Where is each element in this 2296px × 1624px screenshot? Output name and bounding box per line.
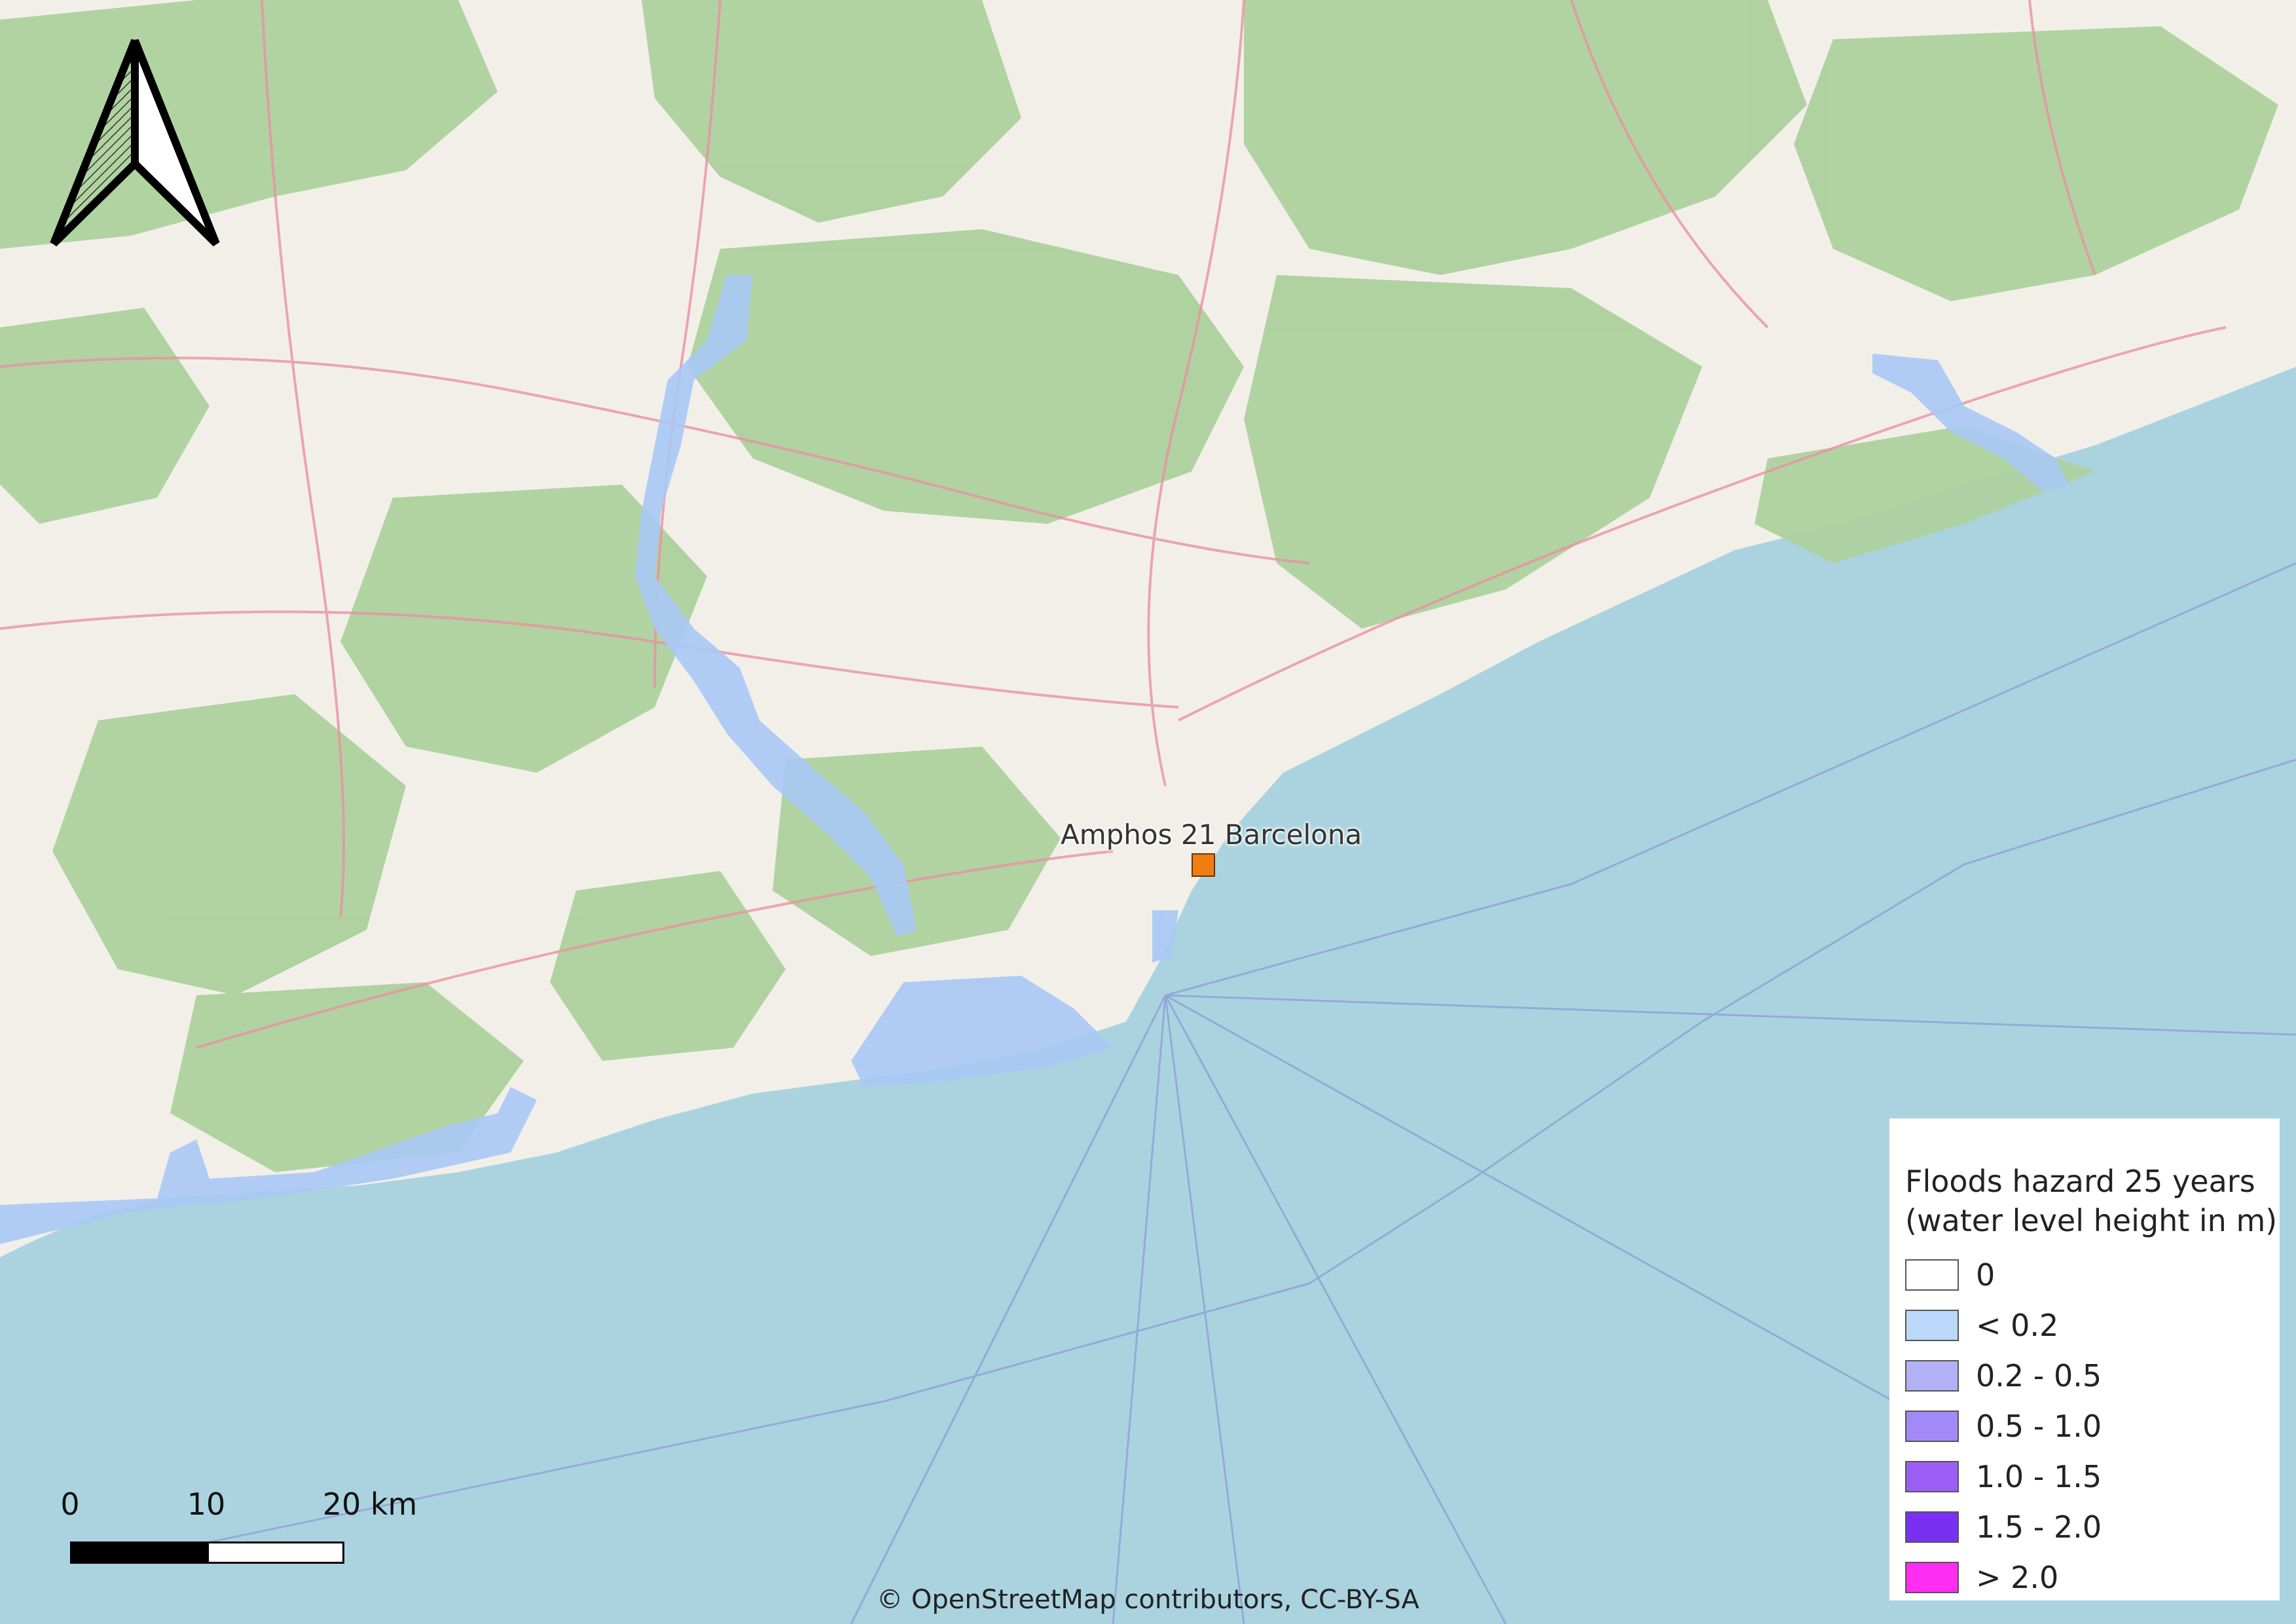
legend-label: 0.2 - 0.5 (1976, 1357, 2102, 1393)
scale-bar: 0 10 20 km (52, 1486, 417, 1572)
legend-label: 0 (1976, 1257, 1995, 1293)
legend-label: < 0.2 (1976, 1307, 2059, 1343)
legend-label: 0.5 - 1.0 (1976, 1408, 2102, 1444)
legend-swatch (1905, 1359, 1959, 1392)
legend-label: 1.0 - 1.5 (1976, 1458, 2102, 1494)
legend-swatch (1905, 1511, 1959, 1543)
map-attribution: © OpenStreetMap contributors, CC-BY-SA (877, 1585, 1419, 1615)
location-marker[interactable] (1192, 853, 1215, 877)
legend-item: 0.2 - 0.5 (1905, 1350, 2280, 1401)
legend-title-line1: Floods hazard 25 years (1905, 1164, 2255, 1199)
scale-label-10: 10 (187, 1486, 226, 1522)
scale-segment-black (70, 1541, 209, 1564)
scale-label-0: 0 (60, 1486, 80, 1522)
legend-item: < 0.2 (1905, 1300, 2280, 1350)
legend-title-line2: (water level height in m) (1905, 1203, 2278, 1238)
legend-swatch (1905, 1259, 1959, 1291)
place-label: Amphos 21 Barcelona (1061, 819, 1362, 851)
legend-item: 1.0 - 1.5 (1905, 1451, 2280, 1502)
legend-item: 0.5 - 1.0 (1905, 1401, 2280, 1451)
legend-label: 1.5 - 2.0 (1976, 1509, 2102, 1545)
legend-item: 1.5 - 2.0 (1905, 1502, 2280, 1552)
north-arrow-icon (50, 39, 220, 247)
legend-swatch (1905, 1309, 1959, 1341)
legend-items: 0 < 0.2 0.2 - 0.5 0.5 - 1.0 1.0 - 1.5 1.5 - 2… (1905, 1249, 2280, 1602)
legend-swatch (1905, 1410, 1959, 1442)
scale-label-20: 20 km (322, 1486, 418, 1522)
legend-swatch (1905, 1460, 1959, 1492)
map-legend: Floods hazard 25 years (water level heig… (1889, 1118, 2280, 1600)
scale-segment-white (207, 1541, 344, 1564)
legend-item: 0 (1905, 1249, 2280, 1300)
